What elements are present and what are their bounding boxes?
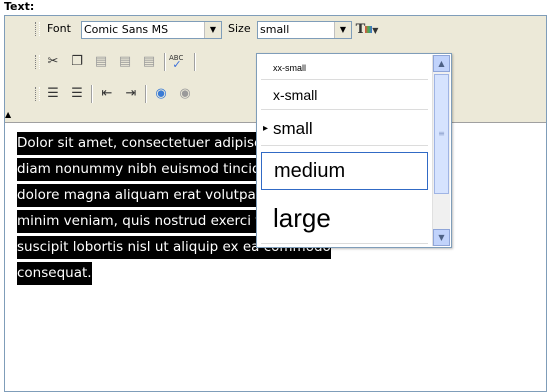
paste-icon: ▤ xyxy=(94,54,108,69)
text-color-button[interactable]: T ▼ xyxy=(352,20,382,40)
toolbar-separator xyxy=(164,53,166,71)
collapse-toolbar-icon[interactable]: ▲ xyxy=(5,110,11,119)
toolbar-grip[interactable] xyxy=(35,22,40,36)
size-option-small[interactable]: small xyxy=(261,114,428,146)
paste-text-icon: ▤ xyxy=(118,54,132,69)
size-select-value: small xyxy=(260,23,290,36)
bulleted-list-icon[interactable]: ☰ xyxy=(67,84,87,104)
size-dropdown-list[interactable]: xx-small x-small small medium large ▲ ≡ … xyxy=(256,53,452,248)
link-icon[interactable]: ◉ xyxy=(151,84,171,104)
copy-icon[interactable]: ❐ xyxy=(67,52,87,72)
scroll-up-icon[interactable]: ▲ xyxy=(433,55,450,72)
numbered-list-icon[interactable]: ☰ xyxy=(43,84,63,104)
toolbar-grip[interactable] xyxy=(35,87,40,101)
toolbar-grip[interactable] xyxy=(35,55,40,69)
font-select[interactable]: Comic Sans MS ▼ xyxy=(81,21,222,39)
scrollbar-thumb[interactable]: ≡ xyxy=(434,74,449,194)
text-color-icon: T xyxy=(355,22,366,37)
font-label: Font xyxy=(47,22,71,35)
size-option-x-small[interactable]: x-small xyxy=(261,82,428,110)
toolbar-separator xyxy=(91,85,93,103)
spellcheck-icon[interactable]: ABC✓ xyxy=(169,52,189,72)
indent-icon[interactable]: ⇥ xyxy=(121,84,141,104)
selected-text-line[interactable]: consequat. xyxy=(17,262,92,285)
dropdown-scrollbar[interactable]: ▲ ≡ ▼ xyxy=(432,55,450,246)
size-option-large[interactable]: large xyxy=(261,194,428,244)
font-select-value: Comic Sans MS xyxy=(84,23,169,36)
size-option-medium[interactable]: medium xyxy=(261,152,428,190)
unlink-icon: ◉ xyxy=(179,86,191,101)
size-option-xx-small[interactable]: xx-small xyxy=(261,58,428,80)
field-label: Text: xyxy=(4,0,35,13)
paste-word-icon: ▤ xyxy=(142,54,156,69)
toolbar-separator xyxy=(145,85,147,103)
scroll-down-icon[interactable]: ▼ xyxy=(433,229,450,246)
toolbar-separator xyxy=(194,53,196,71)
chevron-down-icon[interactable]: ▼ xyxy=(334,22,351,38)
size-select[interactable]: small ▼ xyxy=(257,21,352,39)
size-label: Size xyxy=(228,22,251,35)
chevron-down-icon[interactable]: ▼ xyxy=(204,22,221,38)
outdent-icon[interactable]: ⇤ xyxy=(97,84,117,104)
cut-icon[interactable]: ✂ xyxy=(43,52,63,72)
